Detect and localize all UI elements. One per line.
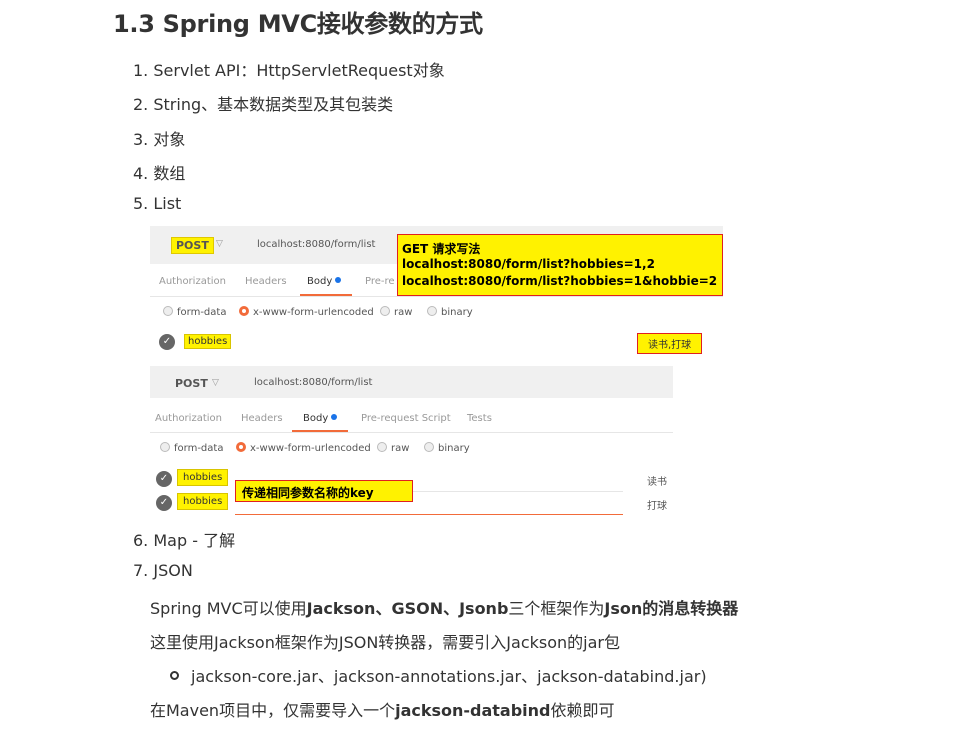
option-label: binary (438, 443, 470, 454)
chevron-down-icon: ▽ (212, 378, 219, 388)
postman-screenshot-1: POST ▽ localhost:8080/form/list Authoriz… (150, 226, 723, 358)
bold-text: Jackson、GSON、Jsonb (306, 599, 509, 618)
option-label: form-data (174, 443, 224, 454)
list-item: 1. Servlet API：HttpServletRequest对象 (133, 57, 445, 81)
value-field[interactable]: 读书,打球 (637, 333, 703, 354)
option-form-data[interactable]: form-data (160, 442, 223, 454)
list-item: 2. String、基本数据类型及其包装类 (133, 91, 393, 115)
list-item: 5. List (133, 194, 181, 213)
list-item: 6. Map - 了解 (133, 527, 235, 551)
url-bar (150, 366, 673, 398)
json-paragraph-2: 这里使用Jackson框架作为JSON转换器，需要引入Jackson的jar包 (150, 633, 620, 652)
callout-line-2: localhost:8080/form/list?hobbies=1,2 (402, 257, 655, 271)
check-circle-icon[interactable]: ✓ (159, 334, 175, 350)
callout-line-3: localhost:8080/form/list?hobbies=1&hobbi… (402, 274, 718, 288)
option-label: raw (394, 307, 413, 318)
method-select[interactable]: POST (175, 377, 208, 390)
radio-icon (236, 442, 246, 452)
list-item: 4. 数组 (133, 160, 185, 184)
bold-text: jackson-databind (395, 701, 551, 720)
list-item: 3. 对象 (133, 126, 185, 150)
option-label: raw (391, 443, 410, 454)
section-heading: 1.3 Spring MVC接收参数的方式 (113, 10, 483, 38)
radio-icon (427, 306, 437, 316)
option-urlencoded[interactable]: x-www-form-urlencoded (239, 306, 374, 318)
option-label: x-www-form-urlencoded (250, 443, 371, 454)
postman-screenshot-2: POST ▽ localhost:8080/form/list Authoriz… (150, 366, 673, 516)
radio-icon (239, 306, 249, 316)
list-number: 4. (133, 164, 149, 183)
url-input[interactable]: localhost:8080/form/list (257, 239, 375, 250)
tab-headers[interactable]: Headers (241, 413, 283, 424)
tab-pre-request-script[interactable]: Pre-request Script (361, 413, 451, 424)
dot-icon (331, 414, 338, 420)
bold-text: Json的消息转换器 (604, 599, 739, 618)
radio-icon (380, 306, 390, 316)
json-paragraph-1: Spring MVC可以使用Jackson、GSON、Jsonb三个框架作为Js… (150, 595, 738, 619)
list-text: JSON (153, 561, 193, 580)
list-text: Servlet API：HttpServletRequest对象 (153, 61, 445, 80)
list-text: 数组 (153, 164, 186, 183)
text-span: 在Maven项目中，仅需要导入一个 (150, 701, 396, 720)
callout-text: 传递相同参数名称的key (242, 486, 374, 500)
bullet-circle-icon (170, 671, 179, 680)
radio-icon (377, 442, 387, 452)
radio-icon (424, 442, 434, 452)
tab-body[interactable]: Body (307, 276, 342, 287)
option-label: binary (441, 307, 473, 318)
bullet-text: jackson-core.jar、jackson-annotations.jar… (191, 667, 707, 686)
json-paragraph-3: 在Maven项目中，仅需要导入一个jackson-databind依赖即可 (150, 697, 615, 721)
option-binary[interactable]: binary (427, 306, 473, 318)
check-circle-icon[interactable]: ✓ (156, 471, 172, 487)
key-field[interactable]: hobbies (184, 334, 232, 349)
tab-body[interactable]: Body (303, 413, 338, 424)
list-text: String、基本数据类型及其包装类 (153, 95, 394, 114)
text-span: 依赖即可 (550, 701, 615, 720)
tab-body-label: Body (303, 413, 329, 424)
check-circle-icon[interactable]: ✓ (156, 495, 172, 511)
callout-box: GET 请求写法 localhost:8080/form/list?hobbie… (397, 234, 723, 296)
list-number: 3. (133, 130, 149, 149)
list-text: Map - 了解 (153, 531, 236, 550)
list-number: 2. (133, 95, 149, 114)
option-raw[interactable]: raw (380, 306, 412, 318)
key-field[interactable]: hobbies (177, 493, 229, 510)
option-urlencoded[interactable]: x-www-form-urlencoded (236, 442, 371, 454)
bullet-item: jackson-core.jar、jackson-annotations.jar… (170, 663, 707, 687)
tab-headers[interactable]: Headers (245, 276, 287, 287)
list-text: 对象 (153, 130, 186, 149)
divider (150, 296, 723, 297)
list-number: 1. (133, 61, 149, 80)
radio-icon (160, 442, 170, 452)
option-binary[interactable]: binary (424, 442, 470, 454)
tab-pre-request[interactable]: Pre-re (365, 276, 395, 287)
option-form-data[interactable]: form-data (163, 306, 226, 318)
list-text: List (153, 194, 182, 213)
list-item: 7. JSON (133, 561, 193, 580)
tab-authorization[interactable]: Authorization (159, 276, 226, 287)
tab-tests[interactable]: Tests (467, 413, 492, 424)
row-underline (235, 514, 623, 515)
list-number: 7. (133, 561, 149, 580)
text-span: 三个框架作为 (508, 599, 605, 618)
radio-icon (163, 306, 173, 316)
dot-icon (335, 277, 342, 283)
divider (150, 432, 673, 433)
text-span: Spring MVC可以使用 (150, 599, 307, 618)
option-label: form-data (177, 307, 227, 318)
callout-line-1: GET 请求写法 (402, 242, 481, 256)
key-field[interactable]: hobbies (177, 469, 229, 486)
option-label: x-www-form-urlencoded (253, 307, 374, 318)
chevron-down-icon: ▽ (216, 239, 223, 249)
value-field[interactable]: 打球 (647, 497, 667, 512)
list-number: 6. (133, 531, 149, 550)
callout-box: 传递相同参数名称的key (235, 480, 413, 502)
list-number: 5. (133, 194, 149, 213)
option-raw[interactable]: raw (377, 442, 409, 454)
method-select[interactable]: POST (171, 237, 214, 254)
tab-authorization[interactable]: Authorization (155, 413, 222, 424)
url-input[interactable]: localhost:8080/form/list (254, 377, 372, 388)
value-field[interactable]: 读书 (647, 473, 667, 488)
tab-body-label: Body (307, 276, 333, 287)
